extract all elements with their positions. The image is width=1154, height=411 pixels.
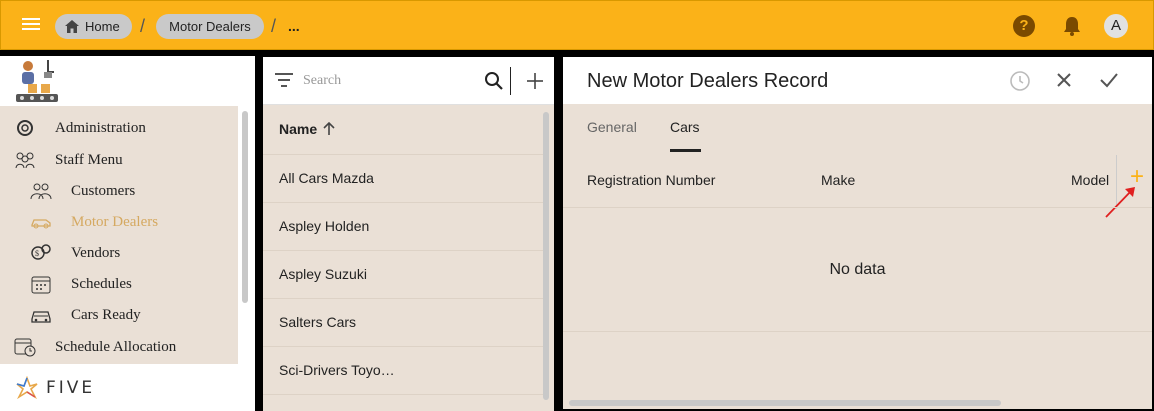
list-item[interactable]: All Cars Mazda bbox=[263, 155, 543, 203]
record-list-panel: Search Name All Cars Mazda Aspley Holden… bbox=[263, 57, 554, 411]
sidebar-item-label: Vendors bbox=[71, 245, 121, 261]
sidebar-logo bbox=[0, 56, 255, 106]
grid-horizontal-scrollbar[interactable] bbox=[569, 400, 1001, 406]
list-item[interactable]: Sci-Drivers Toyo… bbox=[263, 347, 543, 395]
top-bar: Home / Motor Dealers / ... ? A bbox=[0, 0, 1154, 50]
workstation-logo-icon bbox=[16, 60, 58, 102]
sidebar-footer: FIVE bbox=[0, 364, 255, 411]
annotation-arrow-icon bbox=[1105, 187, 1135, 218]
sidebar-item-motor-dealers[interactable]: Motor Dealers bbox=[30, 207, 158, 237]
breadcrumb-home-label: Home bbox=[85, 19, 120, 34]
form-header: New Motor Dealers Record bbox=[563, 57, 1152, 104]
breadcrumb-motor-dealers-label: Motor Dealers bbox=[169, 19, 251, 34]
breadcrumb-motor-dealers[interactable]: Motor Dealers bbox=[156, 14, 264, 39]
column-header-registration-number[interactable]: Registration Number bbox=[587, 172, 715, 188]
filter-icon[interactable] bbox=[275, 73, 293, 87]
sidebar-scrollbar[interactable] bbox=[242, 111, 248, 303]
hamburger-menu-icon[interactable] bbox=[20, 15, 42, 37]
history-clock-icon[interactable] bbox=[1009, 70, 1031, 92]
calendar-clock-icon bbox=[14, 338, 36, 357]
avatar[interactable]: A bbox=[1104, 14, 1128, 38]
name-column-label: Name bbox=[279, 121, 318, 137]
breadcrumb-separator: / bbox=[271, 16, 277, 36]
search-divider bbox=[510, 67, 511, 95]
sidebar: Administration Staff Menu Customers Moto… bbox=[0, 56, 255, 411]
list-item-label: Sci-Drivers Toyo… bbox=[279, 362, 395, 378]
sidebar-item-label: Motor Dealers bbox=[71, 214, 159, 230]
list-item-label: Aspley Holden bbox=[279, 218, 370, 234]
car-ready-icon bbox=[31, 311, 51, 323]
list-column-header[interactable]: Name bbox=[263, 105, 543, 155]
list-item-label: All Cars Mazda bbox=[279, 170, 374, 186]
list-scrollbar[interactable] bbox=[543, 112, 549, 400]
breadcrumb-home[interactable]: Home bbox=[55, 14, 132, 39]
list-item-label: Salters Cars bbox=[279, 314, 357, 330]
sidebar-item-label: Cars Ready bbox=[71, 307, 141, 323]
tab-general[interactable]: General bbox=[587, 119, 637, 135]
sidebar-item-label: Schedule Allocation bbox=[55, 339, 177, 355]
sidebar-item-vendors[interactable]: $ Vendors bbox=[30, 238, 120, 268]
sidebar-item-staff-menu[interactable]: Staff Menu bbox=[14, 145, 123, 175]
gear-icon bbox=[17, 120, 33, 136]
sidebar-item-administration[interactable]: Administration bbox=[14, 113, 146, 143]
tab-cars[interactable]: Cars bbox=[670, 119, 700, 135]
search-bar: Search bbox=[263, 57, 554, 105]
svg-text:$: $ bbox=[35, 249, 39, 258]
record-form-panel: New Motor Dealers Record General Cars Re… bbox=[563, 57, 1152, 409]
search-input[interactable]: Search bbox=[303, 73, 341, 89]
people-icon bbox=[15, 152, 35, 169]
help-icon[interactable]: ? bbox=[1013, 15, 1035, 37]
close-icon[interactable] bbox=[1056, 72, 1072, 88]
sidebar-item-schedule-allocation[interactable]: Schedule Allocation bbox=[14, 332, 176, 362]
search-icon[interactable] bbox=[484, 71, 504, 91]
five-logo-icon bbox=[16, 376, 38, 400]
empty-state-text: No data bbox=[829, 261, 886, 278]
calendar-icon bbox=[31, 276, 51, 294]
breadcrumb-ellipsis[interactable]: ... bbox=[288, 14, 300, 39]
list-item[interactable]: Aspley Suzuki bbox=[263, 251, 543, 299]
grid-row-line bbox=[563, 207, 1152, 208]
sidebar-item-label: Schedules bbox=[71, 276, 132, 292]
sidebar-item-schedules[interactable]: Schedules bbox=[30, 269, 132, 299]
car-icon bbox=[31, 219, 51, 229]
list-item-label: Aspley Suzuki bbox=[279, 266, 367, 282]
vendors-icon: $ bbox=[31, 244, 51, 260]
brand-name: FIVE bbox=[46, 378, 96, 398]
sidebar-item-label: Staff Menu bbox=[55, 152, 123, 168]
save-check-icon[interactable] bbox=[1099, 72, 1119, 88]
grid-row-line bbox=[563, 331, 1152, 332]
breadcrumb-separator: / bbox=[140, 16, 146, 36]
column-header-make[interactable]: Make bbox=[821, 172, 855, 188]
active-tab-indicator bbox=[670, 149, 701, 152]
customers-icon bbox=[30, 183, 52, 200]
sidebar-item-label: Customers bbox=[71, 183, 136, 199]
page-title: New Motor Dealers Record bbox=[587, 70, 829, 92]
add-record-icon[interactable] bbox=[526, 72, 544, 90]
sidebar-item-cars-ready[interactable]: Cars Ready bbox=[30, 300, 141, 330]
bell-icon[interactable] bbox=[1061, 15, 1083, 37]
list-item[interactable]: Salters Cars bbox=[263, 299, 543, 347]
sidebar-item-customers[interactable]: Customers bbox=[30, 176, 135, 206]
sort-ascending-icon[interactable] bbox=[323, 122, 335, 135]
home-icon bbox=[65, 20, 79, 33]
list-item[interactable]: Aspley Holden bbox=[263, 203, 543, 251]
sidebar-item-label: Administration bbox=[55, 120, 146, 136]
